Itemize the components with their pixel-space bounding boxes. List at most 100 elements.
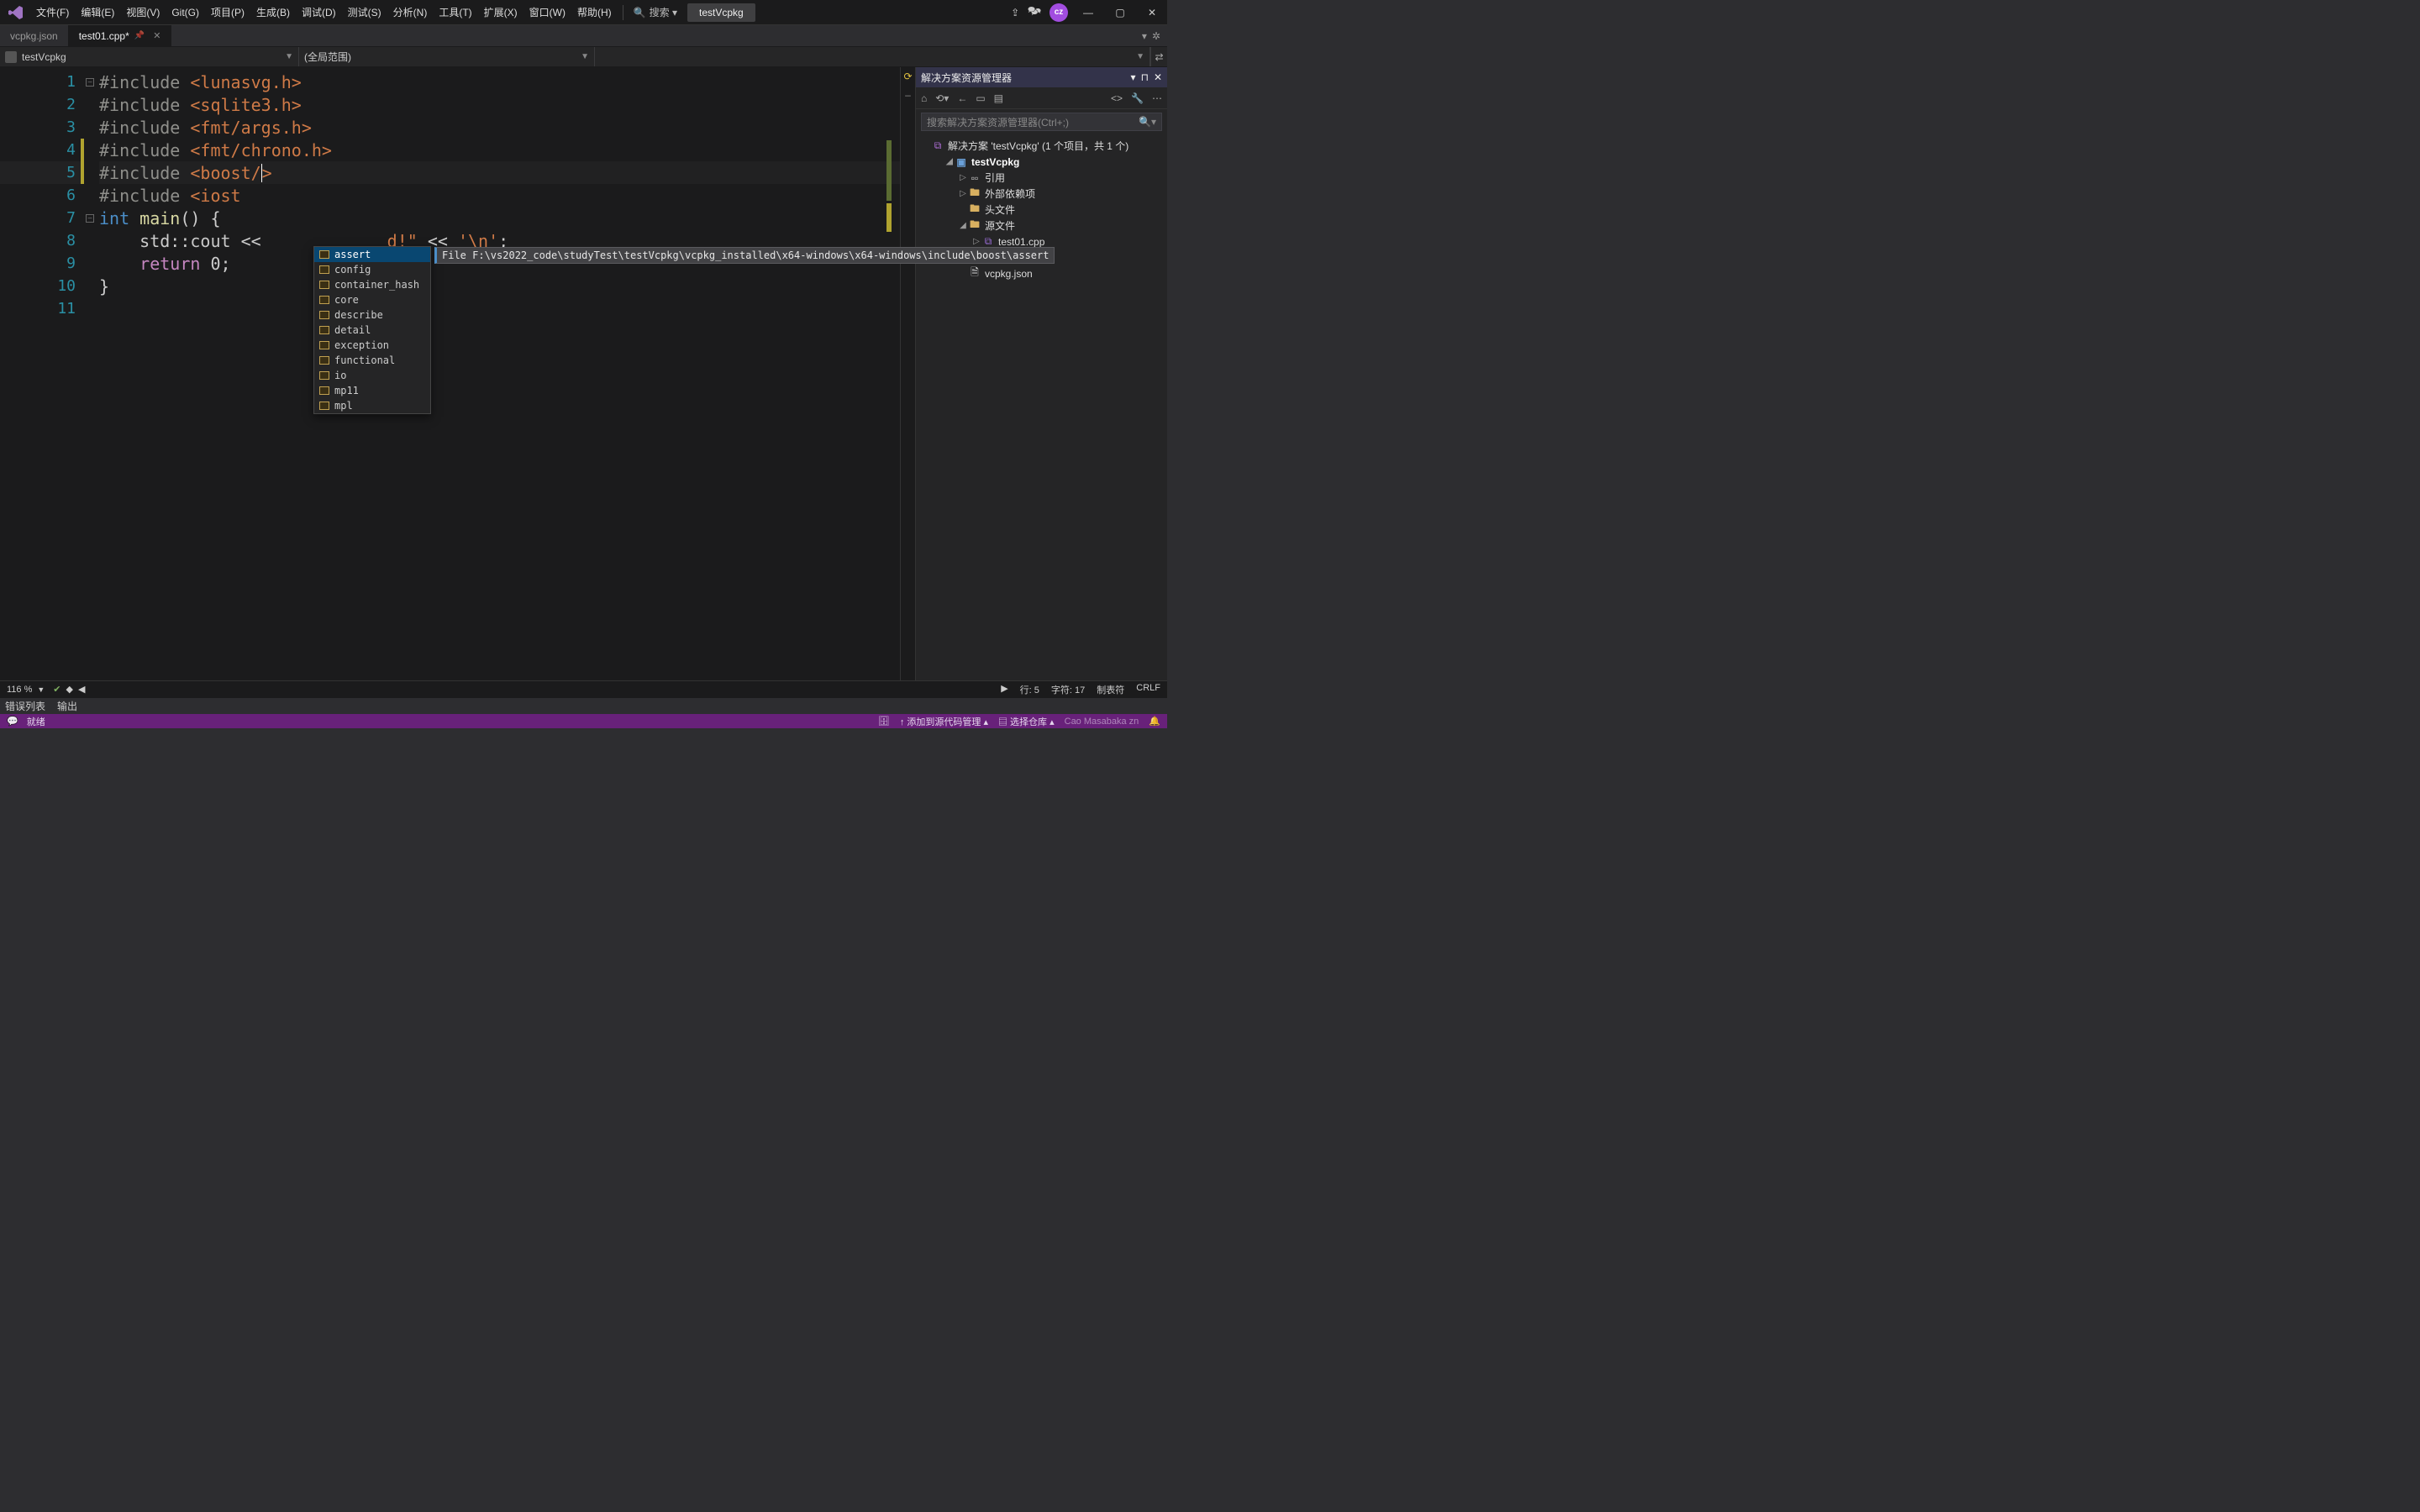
add-source-control[interactable]: ↑ 添加到源代码管理 ▴: [900, 715, 988, 728]
menu-build[interactable]: 生成(B): [250, 2, 296, 23]
tab-overflow-icon[interactable]: ▾: [1142, 30, 1147, 42]
notifications-icon[interactable]: 🔔: [1149, 716, 1160, 727]
share-icon[interactable]: ⇪: [1011, 7, 1019, 18]
back-icon[interactable]: ←: [957, 92, 967, 104]
code-area[interactable]: #include <lunasvg.h> #include <sqlite3.h…: [82, 67, 900, 680]
chevron-down-icon: ▼: [581, 52, 589, 61]
chevron-down-icon[interactable]: ▼: [37, 685, 45, 694]
menu-tools[interactable]: 工具(T): [433, 2, 477, 23]
more-icon[interactable]: ⋯: [1152, 92, 1162, 104]
menu-debug[interactable]: 调试(D): [296, 2, 342, 23]
nav-scope-member[interactable]: ▼: [595, 47, 1150, 66]
intellisense-item[interactable]: mp11: [314, 383, 430, 398]
title-bar: 文件(F) 编辑(E) 视图(V) Git(G) 项目(P) 生成(B) 调试(…: [0, 0, 1167, 25]
wrench-icon[interactable]: 🔧: [1131, 92, 1144, 104]
task-icon[interactable]: 🗄: [878, 716, 890, 727]
home-icon[interactable]: ⌂: [921, 92, 927, 104]
intellisense-item[interactable]: detail: [314, 323, 430, 338]
menu-file[interactable]: 文件(F): [30, 2, 75, 23]
nav-scope-global[interactable]: (全局范围) ▼: [299, 47, 595, 66]
status-ok-icon[interactable]: ✔: [53, 684, 60, 695]
nav-scope-project[interactable]: testVcpkg ▼: [0, 47, 299, 66]
liveshare-icon[interactable]: 🗫: [1028, 3, 1041, 21]
minus-icon[interactable]: –: [905, 89, 911, 101]
nav-left-icon[interactable]: ◀: [78, 684, 85, 695]
tree-references[interactable]: ▷ ▫▫ 引用: [916, 170, 1167, 186]
intellisense-item[interactable]: describe: [314, 307, 430, 323]
tab-output[interactable]: 输出: [57, 699, 77, 713]
intellisense-item[interactable]: mpl: [314, 398, 430, 413]
folder-icon: [319, 371, 329, 380]
editor[interactable]: 1– 2 3 4 5 6 7– 8 9 10 11 #include <luna…: [0, 67, 915, 680]
solution-explorer-toolbar: ⌂ ⟲▾ ← ▭ ▤ <> 🔧 ⋯: [916, 87, 1167, 109]
expand-icon[interactable]: ◢: [944, 157, 955, 166]
zoom-level[interactable]: 116 %: [7, 685, 32, 695]
tree-sources[interactable]: ◢ 🖿 源文件: [916, 218, 1167, 234]
dropdown-icon[interactable]: ▾: [1131, 71, 1136, 83]
line-number-gutter: 1– 2 3 4 5 6 7– 8 9 10 11: [0, 67, 82, 680]
intellisense-item[interactable]: core: [314, 292, 430, 307]
folder-icon: [319, 326, 329, 334]
intellisense-item[interactable]: exception: [314, 338, 430, 353]
intellisense-popup[interactable]: assert config container_hash core descri…: [313, 246, 431, 414]
folder-icon: [319, 265, 329, 274]
vs-logo-icon: [7, 3, 25, 22]
menu-window[interactable]: 窗口(W): [523, 2, 571, 23]
tree-external-deps[interactable]: ▷ 🖿 外部依赖项: [916, 186, 1167, 202]
chevron-down-icon: ▼: [285, 52, 293, 61]
menu-project[interactable]: 项目(P): [205, 2, 250, 23]
tab-test01-cpp[interactable]: test01.cpp* 📌 ✕: [69, 25, 172, 46]
select-repo[interactable]: ▤ 选择仓库 ▴: [998, 715, 1055, 728]
intellisense-item[interactable]: functional: [314, 353, 430, 368]
menu-analyze[interactable]: 分析(N): [387, 2, 434, 23]
intellisense-item[interactable]: io: [314, 368, 430, 383]
folder-icon: 🖿: [968, 185, 981, 202]
close-icon[interactable]: ✕: [1154, 71, 1162, 83]
tab-error-list[interactable]: 错误列表: [5, 699, 45, 713]
maximize-button[interactable]: ▢: [1108, 7, 1132, 18]
nav-right-icon[interactable]: ▶: [1001, 683, 1007, 696]
expand-icon[interactable]: ▷: [971, 237, 981, 246]
solution-explorer-title-bar: 解决方案资源管理器 ▾ ⊓ ✕: [916, 67, 1167, 87]
tree-file-vcpkg-json[interactable]: 🗎 vcpkg.json: [916, 265, 1167, 281]
editor-margin-icons: ⟳ –: [900, 67, 915, 680]
avatar[interactable]: cz: [1050, 3, 1068, 22]
expand-icon[interactable]: ▷: [958, 173, 968, 182]
title-project-button[interactable]: testVcpkg: [687, 3, 755, 22]
menu-extensions[interactable]: 扩展(X): [478, 2, 523, 23]
tab-settings-icon[interactable]: ✲: [1152, 30, 1160, 42]
title-search[interactable]: 🔍 搜索 ▾: [629, 3, 682, 21]
tree-headers[interactable]: 🖿 头文件: [916, 202, 1167, 218]
expand-icon[interactable]: ◢: [958, 221, 968, 230]
minimize-button[interactable]: —: [1076, 7, 1100, 18]
intellisense-item[interactable]: assert: [314, 247, 430, 262]
showall-icon[interactable]: ▤: [994, 92, 1003, 104]
menu-edit[interactable]: 编辑(E): [75, 2, 120, 23]
menu-git[interactable]: Git(G): [166, 3, 205, 22]
issues-indicator[interactable]: ◆: [66, 684, 73, 695]
code-icon[interactable]: <>: [1111, 92, 1123, 104]
menu-view[interactable]: 视图(V): [120, 2, 166, 23]
close-button[interactable]: ✕: [1140, 7, 1164, 18]
sync-icon[interactable]: ⟲▾: [935, 92, 949, 104]
nav-split-icon[interactable]: ⇄: [1150, 47, 1167, 66]
tree-project[interactable]: ◢ ▣ testVcpkg: [916, 154, 1167, 170]
tab-vcpkg-json[interactable]: vcpkg.json: [0, 25, 69, 46]
bulb-icon[interactable]: ⟳: [903, 71, 912, 82]
tree-solution[interactable]: ⧉ 解决方案 'testVcpkg' (1 个项目，共 1 个): [916, 138, 1167, 154]
menu-help[interactable]: 帮助(H): [571, 2, 618, 23]
line-ending[interactable]: CRLF: [1136, 683, 1160, 696]
indent-mode[interactable]: 制表符: [1097, 683, 1124, 696]
viewall-icon[interactable]: ▭: [976, 92, 985, 104]
intellisense-item[interactable]: container_hash: [314, 277, 430, 292]
pin-icon[interactable]: ⊓: [1141, 71, 1149, 83]
close-icon[interactable]: ✕: [153, 30, 160, 41]
solution-explorer-search[interactable]: 搜索解决方案资源管理器(Ctrl+;) 🔍▾: [921, 113, 1162, 131]
feedback-icon[interactable]: 💬: [7, 716, 18, 727]
pin-icon[interactable]: 📌: [134, 31, 145, 40]
menu-test[interactable]: 测试(S): [342, 2, 387, 23]
expand-icon[interactable]: ▷: [958, 189, 968, 198]
intellisense-item[interactable]: config: [314, 262, 430, 277]
main-area: 1– 2 3 4 5 6 7– 8 9 10 11 #include <luna…: [0, 67, 1167, 680]
json-file-icon: 🗎: [968, 265, 981, 282]
